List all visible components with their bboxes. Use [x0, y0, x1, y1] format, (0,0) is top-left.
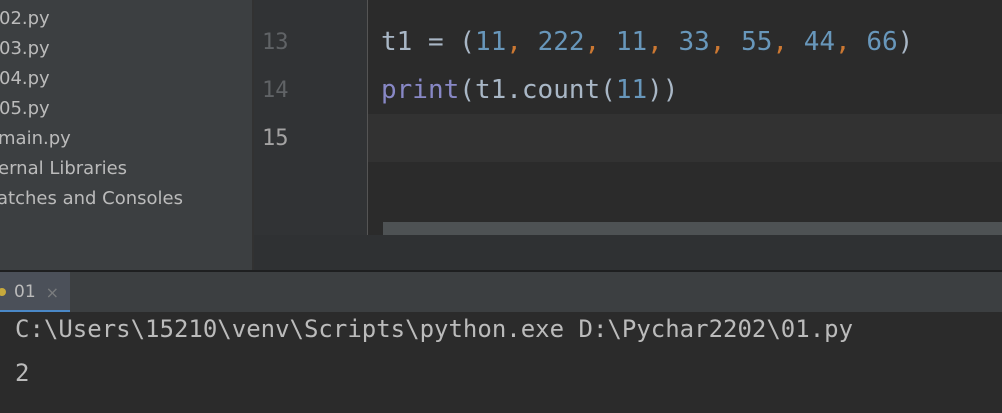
console-command-line: C:\Users\15210\venv\Scripts\python.exe D…: [15, 315, 854, 343]
token-number: 11: [474, 27, 507, 57]
code-line-13[interactable]: t1 = (11, 222, 11, 33, 55, 44, 66): [381, 18, 913, 66]
token-open-paren: (: [459, 27, 475, 57]
token-close-paren: ): [897, 27, 914, 57]
token-number: 11: [615, 27, 648, 57]
token-number: 44: [803, 27, 836, 57]
tree-item-05-py[interactable]: 05.py: [0, 94, 50, 124]
tree-item-main-py[interactable]: main.py: [0, 124, 71, 154]
token-method-call: t1.count(: [474, 75, 616, 105]
token-builtin-print: print: [381, 75, 460, 105]
code-line-14[interactable]: print(t1.count(11)): [381, 66, 678, 114]
token-number: 222: [537, 27, 585, 57]
run-tab-bar: 01 ×: [0, 272, 1002, 312]
current-line-highlight: [368, 114, 1002, 162]
run-tab-label: 01: [14, 282, 36, 302]
close-icon[interactable]: ×: [46, 283, 59, 302]
token-variable: t1: [381, 27, 413, 57]
tree-item-external-libraries[interactable]: ernal Libraries: [0, 154, 127, 184]
tree-item-04-py[interactable]: 04.py: [0, 64, 50, 94]
line-number-13: 13: [262, 30, 289, 55]
token-comma: ,: [709, 27, 742, 57]
python-file-icon: [0, 288, 6, 296]
token-comma: ,: [506, 27, 538, 57]
token-close-parens: )): [647, 75, 679, 105]
token-comma: ,: [647, 27, 679, 57]
token-assign: =: [412, 27, 460, 57]
token-open-paren: (: [459, 75, 475, 105]
token-number: 66: [866, 27, 898, 57]
token-number: 11: [615, 75, 648, 105]
token-number: 33: [678, 27, 710, 57]
editor-bottom-area: [254, 235, 1002, 270]
run-tab-01[interactable]: 01 ×: [0, 272, 70, 312]
line-number-15: 15: [262, 126, 289, 151]
console-output-line: 2: [15, 359, 30, 387]
horizontal-scrollbar[interactable]: [383, 222, 1002, 235]
token-comma: ,: [835, 27, 867, 57]
token-comma: ,: [772, 27, 804, 57]
tree-item-scratches-and-consoles[interactable]: atches and Consoles: [0, 184, 183, 214]
line-number-14: 14: [262, 78, 289, 103]
run-console[interactable]: C:\Users\15210\venv\Scripts\python.exe D…: [0, 312, 1002, 413]
tree-item-03-py[interactable]: 03.py: [0, 34, 50, 64]
token-comma: ,: [584, 27, 616, 57]
tree-item-02-py[interactable]: 02.py: [0, 4, 50, 34]
token-number: 55: [741, 27, 773, 57]
project-panel: 02.py 03.py 04.py 05.py main.py ernal Li…: [0, 0, 252, 270]
